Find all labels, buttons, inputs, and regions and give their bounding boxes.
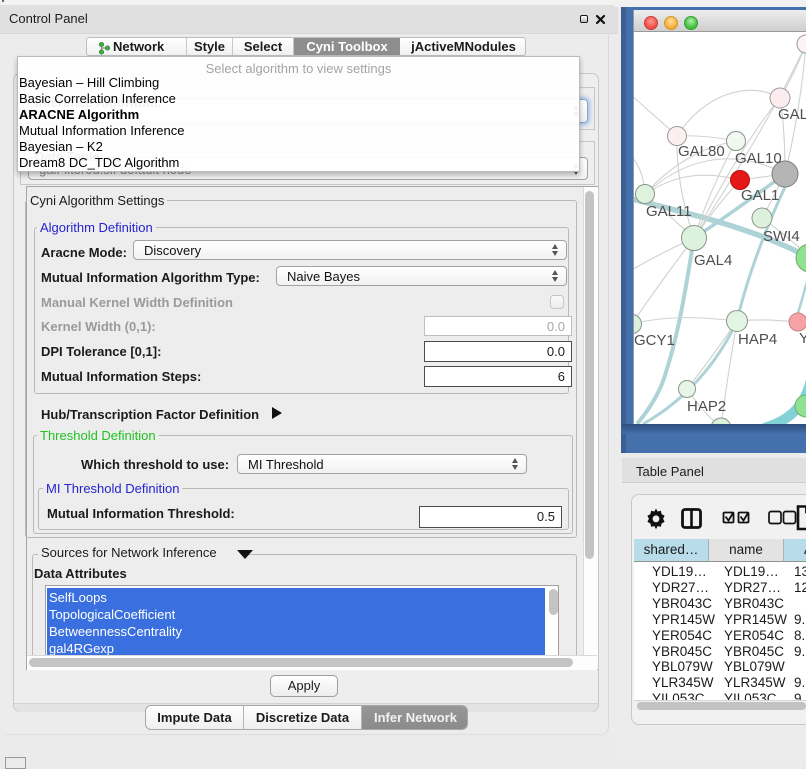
svg-text:SWI4: SWI4 bbox=[763, 228, 800, 245]
svg-text:GAL1: GAL1 bbox=[741, 187, 779, 204]
svg-text:GAL80: GAL80 bbox=[678, 143, 725, 160]
svg-text:HAP2: HAP2 bbox=[687, 398, 726, 415]
svg-text:GAL11: GAL11 bbox=[646, 203, 692, 220]
svg-text:GAL10: GAL10 bbox=[735, 150, 782, 167]
svg-text:YE: YE bbox=[799, 330, 806, 347]
svg-text:GAL4: GAL4 bbox=[694, 252, 732, 269]
svg-text:GCY1: GCY1 bbox=[634, 332, 675, 349]
svg-text:HAP4: HAP4 bbox=[738, 331, 777, 348]
svg-text:GAL7: GAL7 bbox=[778, 106, 806, 123]
